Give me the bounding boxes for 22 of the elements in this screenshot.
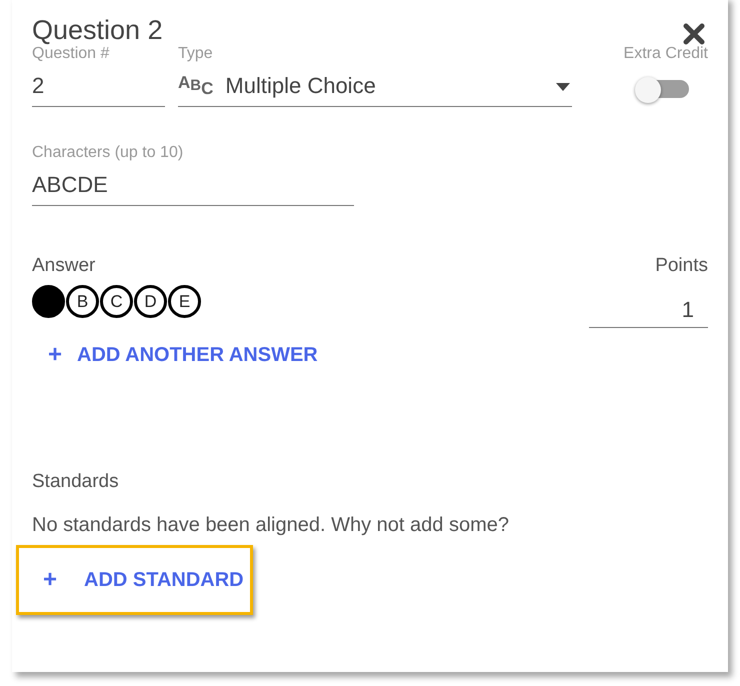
answer-bubble[interactable] (32, 285, 65, 318)
field-label: Extra Credit (624, 44, 708, 64)
close-button[interactable] (682, 22, 706, 46)
add-answer-button[interactable]: + ADD ANOTHER ANSWER (32, 342, 322, 368)
answer-bubble[interactable]: B (66, 285, 99, 318)
close-icon (682, 22, 706, 46)
question-number-field[interactable]: 2 (32, 72, 165, 107)
answer-label: Answer (32, 254, 96, 278)
field-label: Type (178, 44, 214, 64)
answer-bubble[interactable]: E (168, 285, 201, 318)
points-label: Points (655, 254, 708, 278)
answer-bubble[interactable]: D (134, 285, 167, 318)
field-label: Question # (32, 44, 110, 64)
standards-label: Standards (32, 470, 120, 494)
answer-bubble[interactable]: C (100, 285, 133, 318)
standards-message: No standards have been aligned. Why not add some? (32, 513, 510, 537)
caret-icon (556, 83, 570, 91)
dialog-title: Question 2 (32, 14, 163, 46)
field-label: Characters (up to 10) (32, 143, 184, 163)
points-field[interactable]: 1 (589, 296, 708, 328)
characters-field[interactable]: ABCDE (32, 171, 354, 206)
add-standard-button[interactable]: + ADD STANDARD (16, 545, 253, 615)
